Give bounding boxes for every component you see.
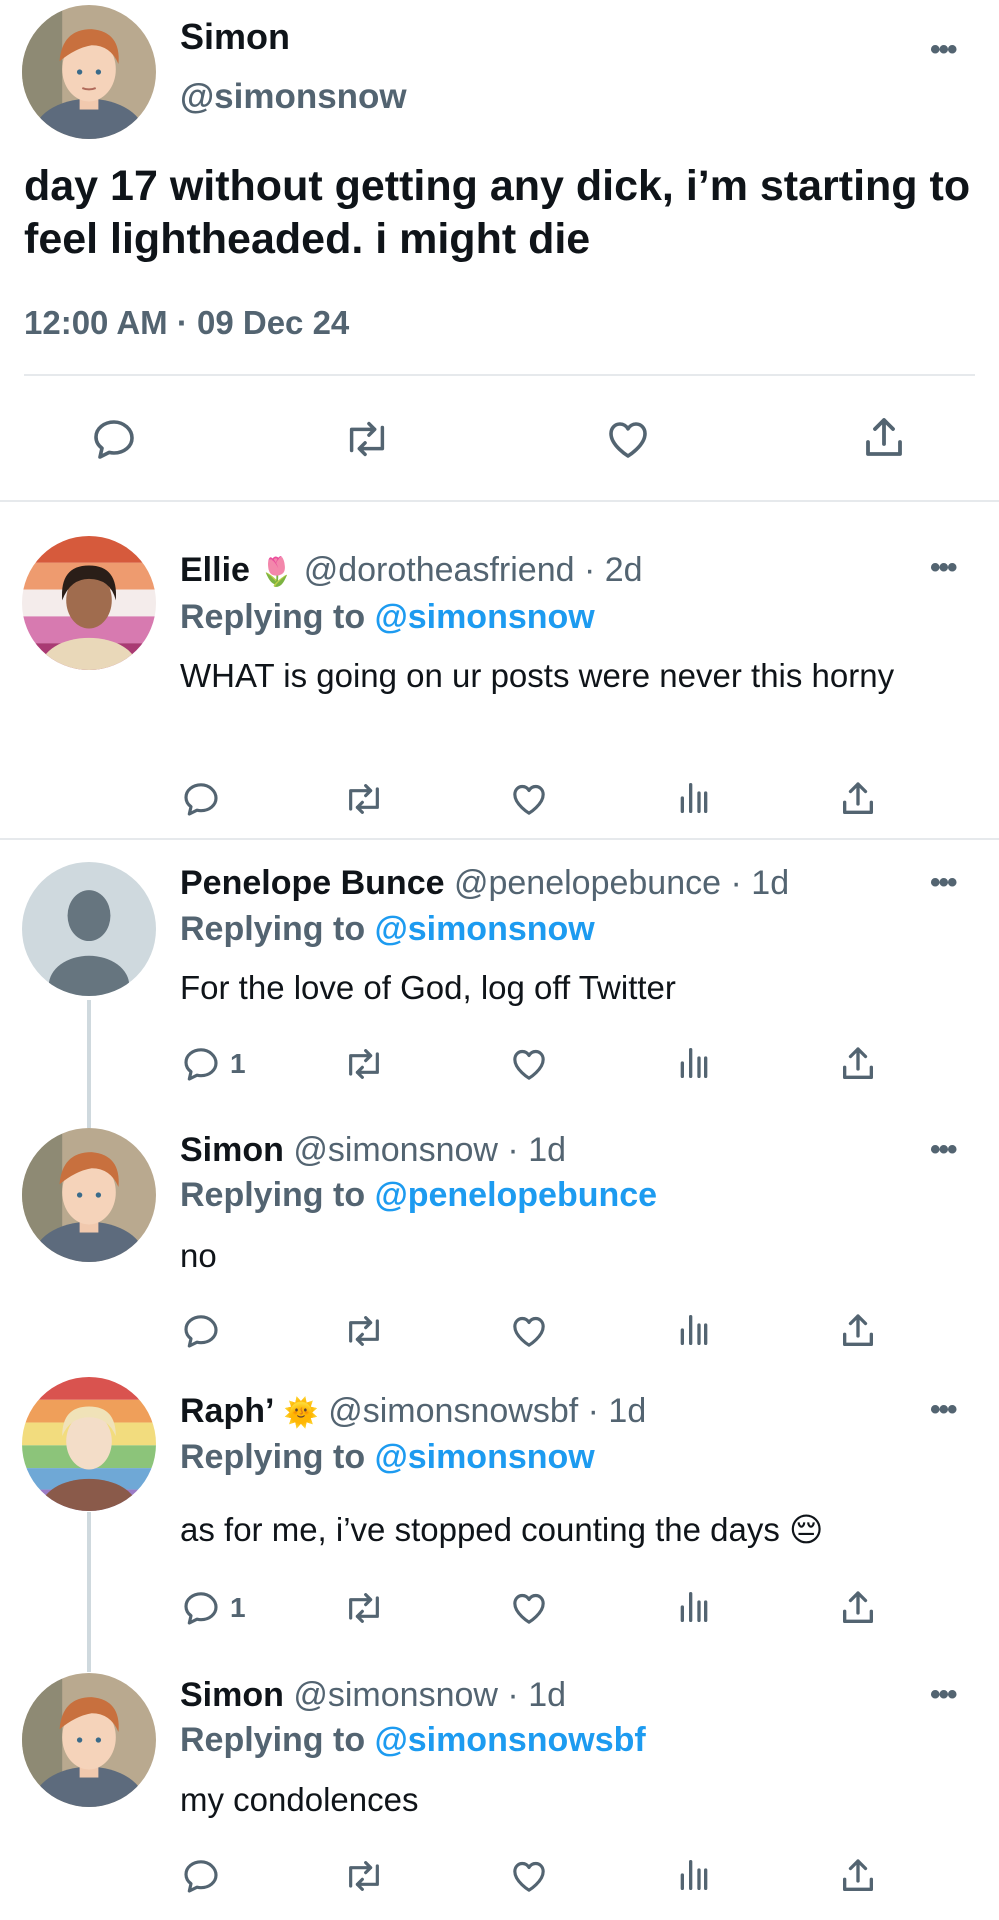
main-author-handle[interactable]: @simonsnow [180,76,407,118]
views-icon[interactable] [676,1310,712,1350]
thread-line [87,1000,91,1128]
sun-icon: 🌞 [283,1397,319,1428]
main-tweet-timestamp: 12:00 AM · 09 Dec 24 [24,304,350,341]
main-avatar[interactable] [22,5,156,139]
like-icon[interactable] [603,415,653,463]
reply-icon[interactable] [90,415,138,463]
author-name[interactable]: Ellie [180,551,250,589]
reply-header: Ellie 🌷 @dorotheasfriend · 2d [180,550,643,592]
replying-label: Replying to [180,1438,366,1476]
replying-to-handle[interactable]: @penelopebunce [375,1176,658,1214]
more-icon[interactable]: ••• [930,1680,957,1710]
reply-text: no [180,1237,217,1274]
separator: · [507,1676,519,1714]
like-icon[interactable] [508,779,550,819]
section-divider [0,500,999,502]
replying-to: Replying to @simonsnow [180,909,595,949]
timestamp-divider [24,374,975,376]
author-handle[interactable]: @simonsnow [293,1131,498,1169]
replying-to-handle[interactable]: @simonsnowsbf [375,1721,646,1759]
tulip-icon: 🌷 [259,556,295,587]
reply-count: 1 [230,1048,246,1079]
author-name[interactable]: Simon [180,1676,284,1714]
views-icon[interactable] [676,1587,712,1627]
replying-to: Replying to @penelopebunce [180,1175,657,1215]
avatar[interactable] [22,862,156,996]
reply-header: Raph’ 🌞 @simonsnowsbf · 1d [180,1391,646,1433]
author-name[interactable]: Penelope Bunce [180,864,445,902]
avatar[interactable] [22,536,156,670]
replying-to-handle[interactable]: @simonsnow [375,1438,595,1476]
reply-icon[interactable] [181,779,221,819]
retweet-icon[interactable] [342,779,386,819]
replying-to-handle[interactable]: @simonsnow [375,910,595,948]
main-author-name[interactable]: Simon [180,16,290,58]
like-icon[interactable] [508,1588,550,1628]
like-icon[interactable] [508,1856,550,1896]
views-icon[interactable] [676,778,712,818]
retweet-icon[interactable] [342,1311,386,1351]
retweet-icon[interactable] [342,1588,386,1628]
views-icon[interactable] [676,1855,712,1895]
post-time[interactable]: 1d [528,1131,566,1169]
reply-header: Penelope Bunce @penelopebunce · 1d [180,863,789,903]
author-handle[interactable]: @penelopebunce [454,864,721,902]
replying-to: Replying to @simonsnow [180,597,595,637]
author-handle[interactable]: @simonsnow [293,1676,498,1714]
reply-text: WHAT is going on ur posts were never thi… [180,657,895,694]
author-handle[interactable]: @simonsnowsbf [328,1392,578,1430]
avatar[interactable] [22,1377,156,1511]
reply-icon[interactable] [181,1856,221,1896]
like-icon[interactable] [508,1044,550,1084]
author-name[interactable]: Raph’ [180,1392,274,1430]
retweet-icon[interactable] [342,415,392,463]
more-icon[interactable]: ••• [930,553,957,583]
separator: · [730,864,742,902]
views-icon[interactable] [676,1043,712,1083]
thread-line [87,1512,91,1672]
more-icon[interactable]: ••• [930,1395,957,1425]
separator: · [583,551,596,589]
replying-to: Replying to @simonsnow [180,1437,595,1477]
like-icon[interactable] [508,1311,550,1351]
share-icon[interactable] [838,1043,878,1085]
retweet-icon[interactable] [342,1856,386,1896]
replying-to: Replying to @simonsnowsbf [180,1720,646,1760]
share-icon[interactable] [838,778,878,820]
author-name[interactable]: Simon [180,1131,284,1169]
post-time[interactable]: 1d [528,1676,566,1714]
more-icon[interactable]: ••• [930,35,957,65]
reply-text: For the love of God, log off Twitter [180,969,676,1006]
reply-icon[interactable] [181,1044,221,1084]
reply-header: Simon @simonsnow · 1d [180,1130,566,1170]
reply-text: as for me, i’ve stopped counting the day… [180,1511,824,1548]
post-time[interactable]: 1d [751,864,789,902]
reply-text: my condolences [180,1781,419,1818]
replying-label: Replying to [180,1176,366,1214]
reply-icon[interactable] [181,1588,221,1628]
post-time[interactable]: 1d [608,1392,646,1430]
retweet-icon[interactable] [342,1044,386,1084]
separator: · [587,1392,599,1430]
replying-to-handle[interactable]: @simonsnow [375,598,595,636]
replying-label: Replying to [180,910,366,948]
replying-label: Replying to [180,1721,366,1759]
share-icon[interactable] [838,1587,878,1629]
share-icon[interactable] [838,1310,878,1352]
more-icon[interactable]: ••• [930,1135,957,1165]
avatar[interactable] [22,1128,156,1262]
avatar[interactable] [22,1673,156,1807]
post-time[interactable]: 2d [605,551,643,589]
replying-label: Replying to [180,598,366,636]
more-icon[interactable]: ••• [930,868,957,898]
section-divider [0,838,999,840]
reply-icon[interactable] [181,1311,221,1351]
main-tweet-text: day 17 without getting any dick, i’m sta… [24,162,971,263]
author-handle[interactable]: @dorotheasfriend [304,551,575,589]
reply-header: Simon @simonsnow · 1d [180,1675,566,1715]
share-icon[interactable] [838,1855,878,1897]
share-icon[interactable] [860,413,908,463]
reply-count: 1 [230,1592,246,1623]
separator: · [507,1131,519,1169]
